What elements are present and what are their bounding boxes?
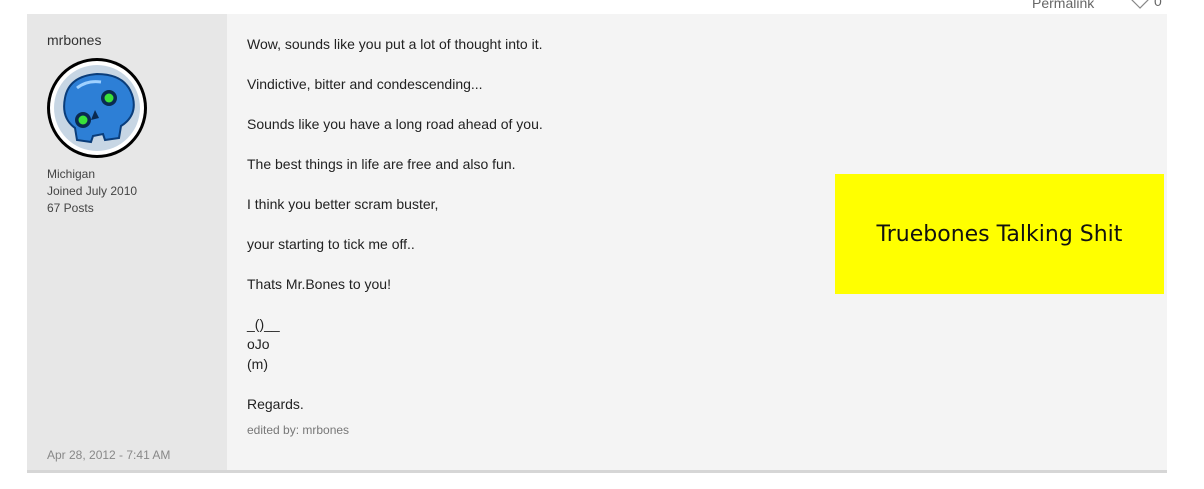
author-location: Michigan bbox=[47, 167, 96, 181]
post-line: Wow, sounds like you put a lot of though… bbox=[247, 36, 543, 52]
heart-outline-icon bbox=[1130, 0, 1150, 9]
blue-skull-avatar-icon bbox=[50, 61, 144, 155]
author-avatar[interactable] bbox=[47, 58, 147, 158]
overlay-banner-text: Truebones Talking Shit bbox=[876, 221, 1123, 247]
post-line: oJo bbox=[247, 336, 270, 352]
post-line: Thats Mr.Bones to you! bbox=[247, 276, 391, 292]
like-button[interactable]: 0 bbox=[1130, 0, 1162, 9]
author-username[interactable]: mrbones bbox=[47, 32, 101, 48]
author-sidebar: mrbones Michigan Joined July 2010 67 Pos… bbox=[27, 14, 227, 470]
post-line: _()__ bbox=[247, 316, 280, 332]
post-line: your starting to tick me off.. bbox=[247, 236, 415, 252]
post-line: The best things in life are free and als… bbox=[247, 156, 516, 172]
post-timestamp: Apr 28, 2012 - 7:41 AM bbox=[47, 448, 171, 462]
author-joined: Joined July 2010 bbox=[47, 184, 138, 198]
edited-by-note: edited by: mrbones bbox=[247, 423, 350, 437]
author-post-count: 67 Posts bbox=[47, 201, 94, 215]
permalink-link[interactable]: Permalink bbox=[1032, 0, 1094, 11]
overlay-banner: Truebones Talking Shit bbox=[835, 174, 1164, 294]
post-line: Vindictive, bitter and condescending... bbox=[247, 76, 483, 92]
post-line: (m) bbox=[247, 356, 268, 372]
post-line: Sounds like you have a long road ahead o… bbox=[247, 116, 543, 132]
like-count: 0 bbox=[1154, 0, 1162, 9]
post-line: Regards. bbox=[247, 396, 304, 412]
post-body: Wow, sounds like you put a lot of though… bbox=[247, 14, 1164, 470]
post-line: I think you better scram buster, bbox=[247, 196, 439, 212]
forum-post: mrbones Michigan Joined July 2010 67 Pos… bbox=[27, 14, 1167, 473]
post-action-bar: Permalink 0 bbox=[0, 0, 1204, 14]
